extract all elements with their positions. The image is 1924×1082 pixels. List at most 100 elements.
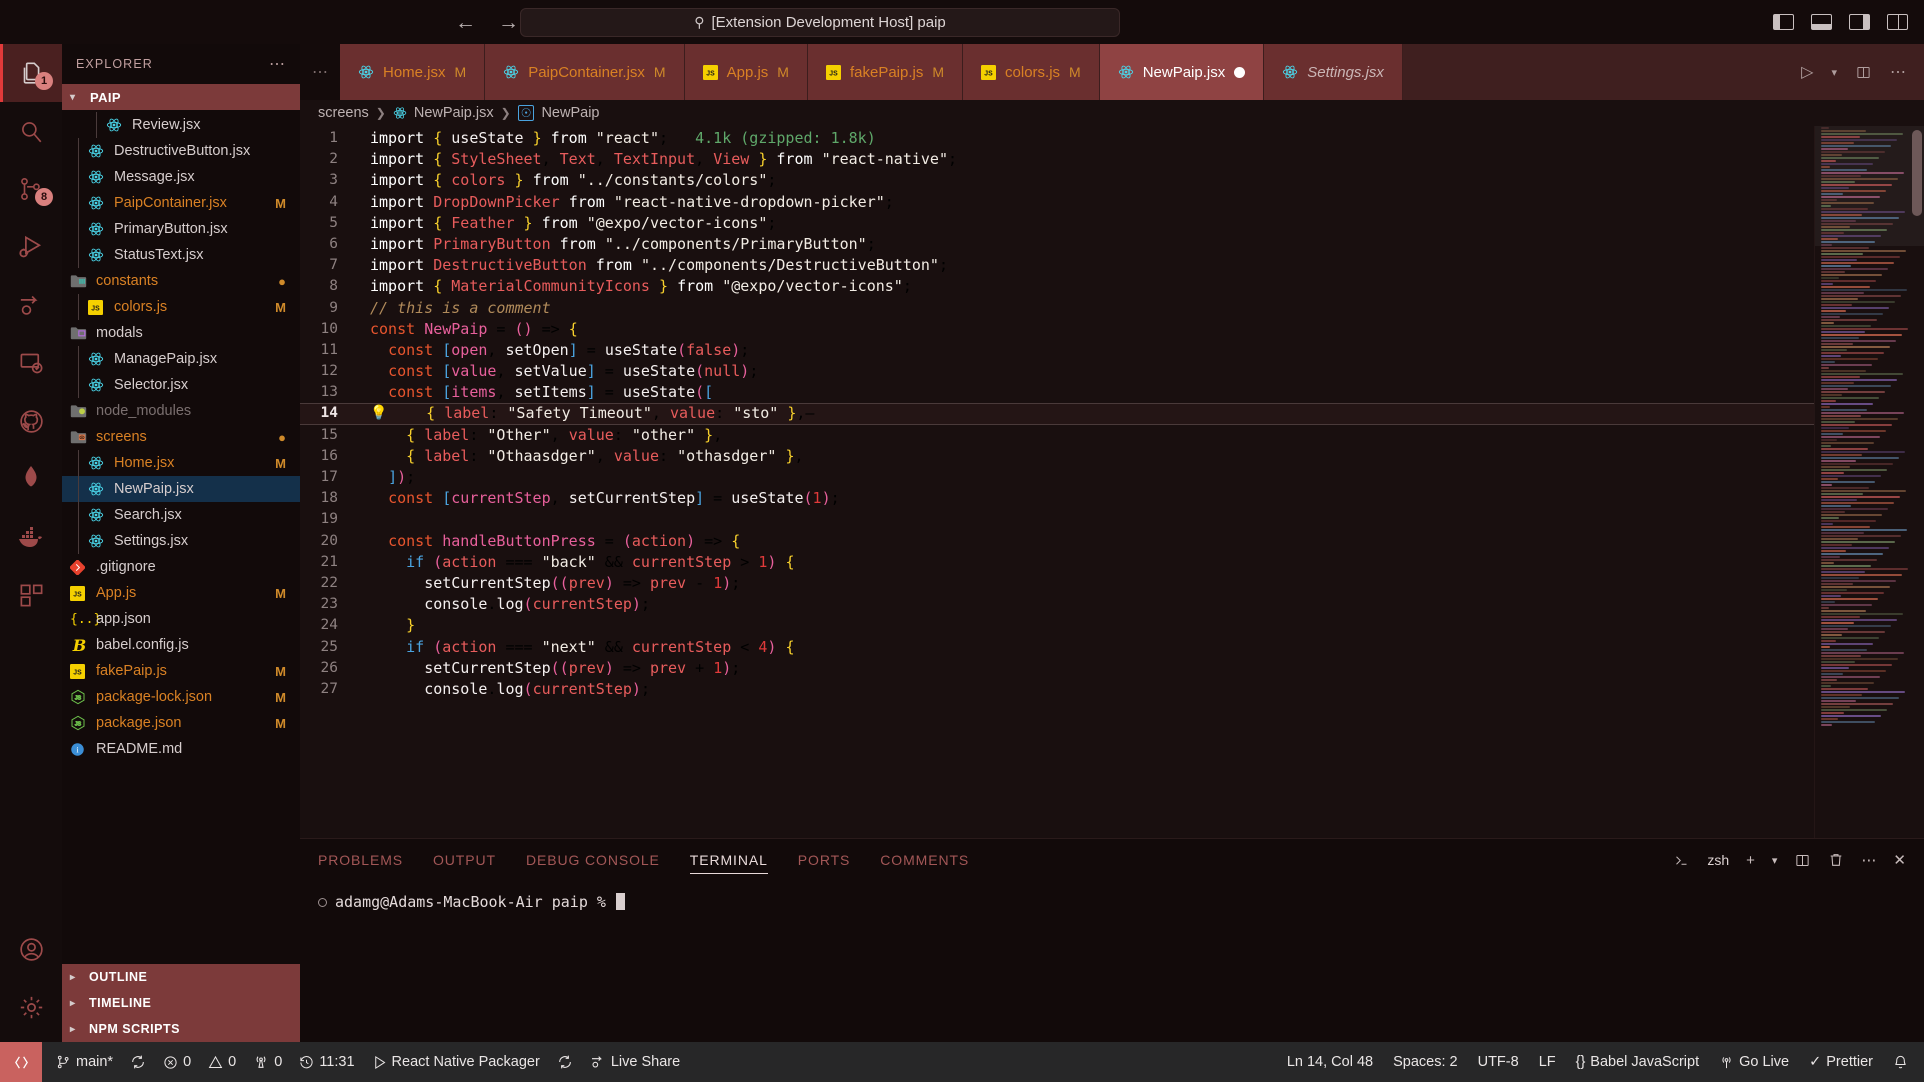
status-notifications[interactable] xyxy=(1893,1054,1908,1070)
section-timeline[interactable]: ▸ TIMELINE xyxy=(62,990,300,1016)
workspace-root-row[interactable]: ▾ PAIP xyxy=(62,84,300,110)
code-line[interactable]: 14 { label: "Safety Timeout", value: "st… xyxy=(300,403,1814,424)
code-line[interactable]: 17 ]); xyxy=(300,467,1814,488)
status-live-share[interactable]: Live Share xyxy=(590,1054,680,1070)
file-tree-item[interactable]: {..}app.json xyxy=(62,606,300,632)
status-language-mode[interactable]: {} Babel JavaScript xyxy=(1576,1054,1700,1070)
status-go-live[interactable]: Go Live xyxy=(1719,1054,1789,1070)
file-tree-item[interactable]: JSpackage.jsonM xyxy=(62,710,300,736)
customize-layout-icon[interactable] xyxy=(1887,14,1908,30)
code-line[interactable]: 7import DestructiveButton from "../compo… xyxy=(300,255,1814,276)
status-indentation[interactable]: Spaces: 2 xyxy=(1393,1054,1458,1070)
panel-tab[interactable]: TERMINAL xyxy=(690,839,768,881)
lightbulb-icon[interactable]: 💡 xyxy=(370,403,387,424)
ellipsis-icon[interactable]: ⋯ xyxy=(269,54,286,74)
code-line[interactable]: 22 setCurrentStep((prev) => prev - 1); xyxy=(300,573,1814,594)
section-npm-scripts[interactable]: ▸ NPM SCRIPTS xyxy=(62,1016,300,1042)
command-center-search[interactable]: ⚲ [Extension Development Host] paip xyxy=(520,8,1120,37)
status-encoding[interactable]: UTF-8 xyxy=(1478,1054,1519,1070)
breadcrumb[interactable]: screens ❯ NewPaip.jsx ❯ ☉ NewPaip xyxy=(300,100,1924,126)
file-tree-item[interactable]: ManagePaip.jsx xyxy=(62,346,300,372)
scrollbar-thumb[interactable] xyxy=(1912,130,1922,216)
editor-tab[interactable]: JSfakePaip.jsM xyxy=(808,44,963,100)
activity-extensions[interactable] xyxy=(0,566,62,624)
code-line[interactable]: 27 console.log(currentStep); xyxy=(300,679,1814,700)
file-tree-item[interactable]: Message.jsx xyxy=(62,164,300,190)
code-line[interactable]: 10const NewPaip = () => { xyxy=(300,319,1814,340)
code-line[interactable]: 5import { Feather } from "@expo/vector-i… xyxy=(300,213,1814,234)
toggle-panel-icon[interactable] xyxy=(1811,14,1832,30)
panel-tab[interactable]: COMMENTS xyxy=(880,839,969,881)
trash-icon[interactable] xyxy=(1828,852,1844,868)
editor-tab[interactable]: Settings.jsx xyxy=(1264,44,1403,100)
code-line[interactable]: 8import { MaterialCommunityIcons } from … xyxy=(300,276,1814,297)
toggle-primary-sidebar-icon[interactable] xyxy=(1773,14,1794,30)
code-line[interactable]: 18 const [currentStep, setCurrentStep] =… xyxy=(300,488,1814,509)
minimap-slider[interactable] xyxy=(1815,126,1924,246)
panel-tab[interactable]: DEBUG CONSOLE xyxy=(526,839,660,881)
panel-tab[interactable]: PROBLEMS xyxy=(318,839,403,881)
editor-tab[interactable]: JSApp.jsM xyxy=(685,44,808,100)
tab-dirty-indicator[interactable] xyxy=(1234,67,1245,78)
file-tree-item[interactable]: StatusText.jsx xyxy=(62,242,300,268)
arrow-left-icon[interactable]: ← xyxy=(455,12,476,33)
editor-tab[interactable]: JScolors.jsM xyxy=(963,44,1100,100)
panel-tab[interactable]: OUTPUT xyxy=(433,839,496,881)
split-terminal-icon[interactable] xyxy=(1794,853,1811,868)
file-tree-item[interactable]: Review.jsx xyxy=(62,112,300,138)
breadcrumb-folder[interactable]: screens xyxy=(318,105,369,121)
new-terminal-icon[interactable]: + xyxy=(1746,852,1755,869)
code-line[interactable]: 19 xyxy=(300,509,1814,530)
editor-tab[interactable]: PaipContainer.jsxM xyxy=(485,44,684,100)
panel-tab-bar[interactable]: PROBLEMSOUTPUTDEBUG CONSOLETERMINALPORTS… xyxy=(300,839,1924,881)
split-editor-icon[interactable] xyxy=(1855,65,1872,80)
tab-overflow-icon[interactable]: ⋯ xyxy=(300,44,340,100)
status-eol[interactable]: LF xyxy=(1539,1054,1556,1070)
run-debug-icon[interactable]: ▷ xyxy=(1801,62,1813,82)
status-sync[interactable] xyxy=(130,1054,146,1070)
editor-tab[interactable]: Home.jsxM xyxy=(340,44,485,100)
breadcrumb-symbol[interactable]: NewPaip xyxy=(541,105,599,121)
activity-run-debug[interactable] xyxy=(0,218,62,276)
status-errors[interactable]: 0 xyxy=(163,1054,191,1070)
activity-mongodb[interactable] xyxy=(0,450,62,508)
breadcrumb-file[interactable]: NewPaip.jsx xyxy=(414,105,494,121)
code-line[interactable]: 3import { colors } from "../constants/co… xyxy=(300,170,1814,191)
file-tree-item[interactable]: Home.jsxM xyxy=(62,450,300,476)
activity-settings[interactable] xyxy=(0,978,62,1036)
remote-indicator-icon[interactable] xyxy=(0,1042,42,1082)
activity-github[interactable] xyxy=(0,392,62,450)
toggle-secondary-sidebar-icon[interactable] xyxy=(1849,14,1870,30)
file-tree-item[interactable]: .gitignore xyxy=(62,554,300,580)
activity-live-share[interactable] xyxy=(0,276,62,334)
code-line[interactable]: 26 setCurrentStep((prev) => prev + 1); xyxy=(300,658,1814,679)
file-tree-item[interactable]: iREADME.md xyxy=(62,736,300,762)
activity-accounts[interactable] xyxy=(0,920,62,978)
activity-explorer[interactable]: 1 xyxy=(0,44,62,102)
activity-search[interactable] xyxy=(0,102,62,160)
status-prettier[interactable]: ✓ Prettier xyxy=(1809,1054,1873,1070)
code-line[interactable]: 20 const handleButtonPress = (action) =>… xyxy=(300,531,1814,552)
more-actions-icon[interactable]: ⋯ xyxy=(1861,851,1876,869)
code-line[interactable]: 1import { useState } from "react"; 4.1k … xyxy=(300,128,1814,149)
code-line[interactable]: 13 const [items, setItems] = useState([ xyxy=(300,382,1814,403)
terminal-body[interactable]: adamg@Adams-MacBook-Air paip % xyxy=(300,881,1924,1042)
code-line[interactable]: 2import { StyleSheet, Text, TextInput, V… xyxy=(300,149,1814,170)
file-tree-item[interactable]: DestructiveButton.jsx xyxy=(62,138,300,164)
status-sync-2[interactable] xyxy=(557,1054,573,1070)
code-line[interactable]: 25 if (action === "next" && currentStep … xyxy=(300,637,1814,658)
code-editor[interactable]: 1import { useState } from "react"; 4.1k … xyxy=(300,126,1924,838)
code-line[interactable]: 12 const [value, setValue] = useState(nu… xyxy=(300,361,1814,382)
file-tree-item[interactable]: JSfakePaip.jsM xyxy=(62,658,300,684)
editor-scrollbar[interactable] xyxy=(1910,126,1924,838)
editor-tab-bar[interactable]: ⋯Home.jsxMPaipContainer.jsxMJSApp.jsMJSf… xyxy=(300,44,1924,100)
activity-remote-explorer[interactable] xyxy=(0,334,62,392)
file-tree-item[interactable]: JSpackage-lock.jsonM xyxy=(62,684,300,710)
code-line[interactable]: 21 if (action === "back" && currentStep … xyxy=(300,552,1814,573)
file-tree-item[interactable]: screens● xyxy=(62,424,300,450)
terminal-shell-label[interactable]: zsh xyxy=(1707,852,1729,868)
file-tree-item[interactable]: Selector.jsx xyxy=(62,372,300,398)
status-ports[interactable]: 0 xyxy=(253,1054,282,1070)
file-tree-item[interactable]: node_modules xyxy=(62,398,300,424)
activity-source-control[interactable]: 8 xyxy=(0,160,62,218)
